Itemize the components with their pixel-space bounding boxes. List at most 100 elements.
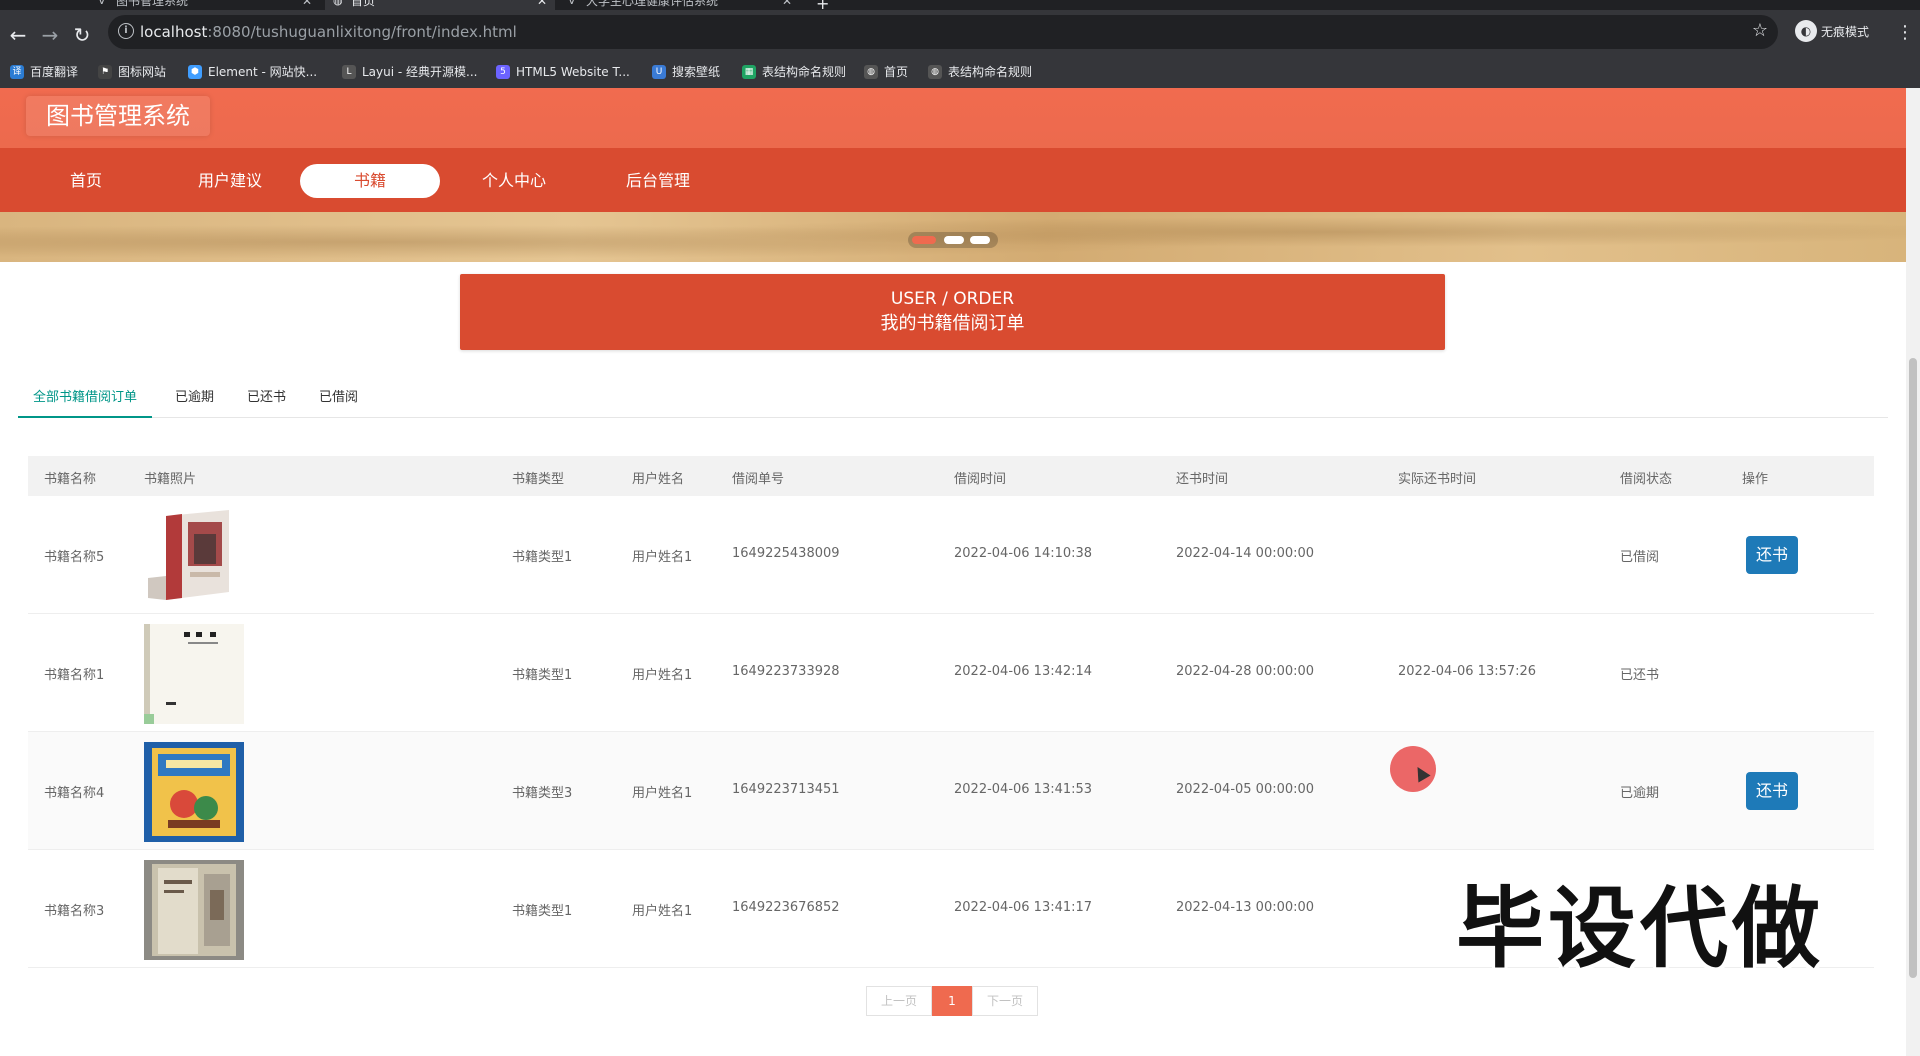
- borrow-time: 2022-04-06 13:42:14: [954, 664, 1093, 679]
- address-bar[interactable]: i localhost:8080/tushuguanlixitong/front…: [108, 15, 1778, 49]
- user-name: 用户姓名1: [632, 668, 693, 683]
- user-name: 用户姓名1: [632, 550, 693, 565]
- incognito-indicator[interactable]: ◐ 无痕模式: [1795, 20, 1869, 44]
- bookmark-label: 表结构命名规则: [762, 65, 847, 79]
- book-type: 书籍类型3: [512, 786, 573, 801]
- incognito-label: 无痕模式: [1821, 25, 1870, 39]
- bookmark-item[interactable]: ⬢ Element - 网站快...: [188, 63, 317, 81]
- flag-icon: ⚑: [98, 65, 112, 79]
- column-header: 书籍名称: [44, 472, 97, 487]
- reload-icon[interactable]: ↻: [69, 22, 95, 48]
- order-filter-tabs: 全部书籍借阅订单 已逾期 已还书 已借阅: [18, 378, 1888, 418]
- bookmark-item[interactable]: L Layui - 经典开源模...: [342, 63, 477, 81]
- bookmark-item[interactable]: ⚑ 图标网站: [98, 63, 166, 81]
- page-number-current[interactable]: 1: [932, 986, 972, 1016]
- order-number: 1649223733928: [732, 664, 840, 679]
- due-time: 2022-04-28 00:00:00: [1176, 664, 1315, 679]
- borrow-time: 2022-04-06 14:10:38: [954, 546, 1093, 561]
- due-time: 2022-04-13 00:00:00: [1176, 900, 1315, 915]
- table-row: 书籍名称5 书籍类型1 用户姓名1 1649225438009 2022-04-…: [28, 496, 1874, 614]
- actual-return-time: 2022-04-06 13:57:26: [1398, 664, 1537, 679]
- forward-arrow-icon[interactable]: →: [37, 22, 63, 48]
- info-icon[interactable]: i: [118, 23, 134, 39]
- wallpaper-icon: U: [652, 65, 666, 79]
- bookmark-item[interactable]: 译百度翻译: [10, 63, 78, 81]
- bookmark-item[interactable]: 5 HTML5 Website T...: [496, 63, 630, 81]
- borrow-time: 2022-04-06 13:41:53: [954, 782, 1093, 797]
- bookmark-label: HTML5 Website T...: [516, 65, 630, 79]
- return-book-button[interactable]: 还书: [1746, 772, 1798, 810]
- menu-kebab-icon[interactable]: ⋮: [1896, 22, 1914, 43]
- borrow-status: 已逾期: [1620, 786, 1660, 801]
- borrow-status: 已借阅: [1620, 550, 1660, 565]
- sheet-icon: ▦: [742, 65, 756, 79]
- carousel-dot-active[interactable]: [912, 236, 936, 244]
- bookmark-item[interactable]: ◍ 表结构命名规则: [928, 63, 1032, 81]
- tab-overdue[interactable]: 已逾期: [160, 378, 229, 418]
- column-header: 操作: [1742, 472, 1769, 487]
- url-path: :8080/tushuguanlixitong/front/index.html: [207, 23, 517, 41]
- layui-icon: L: [342, 65, 356, 79]
- element-icon: ⬢: [188, 65, 202, 79]
- bookmark-item[interactable]: ▦ 表结构命名规则: [742, 63, 846, 81]
- next-page-button[interactable]: 下一页: [972, 986, 1038, 1016]
- browser-tab[interactable]: V 图书管理系统 ✕: [90, 0, 320, 10]
- column-header: 书籍类型: [512, 472, 565, 487]
- browser-tab-active[interactable]: ◍ 首页 ✕: [325, 0, 555, 10]
- tab-all-orders[interactable]: 全部书籍借阅订单: [18, 378, 153, 418]
- bookmark-item[interactable]: ◍ 首页: [864, 63, 908, 81]
- borrow-status: 已还书: [1620, 668, 1660, 683]
- bookmark-item[interactable]: U 搜索壁纸: [652, 63, 720, 81]
- bookmark-label: 首页: [884, 65, 909, 79]
- page-scrollbar[interactable]: [1906, 88, 1920, 1056]
- carousel-indicators: [908, 232, 998, 248]
- close-icon[interactable]: ✕: [302, 0, 312, 10]
- order-number: 1649225438009: [732, 546, 840, 561]
- globe-icon: ◍: [928, 65, 942, 79]
- page-content: 图书管理系统 首页 用户建议 书籍 个人中心 后台管理 USER / ORDER…: [0, 88, 1906, 1056]
- url-host: localhost: [140, 23, 208, 41]
- user-name: 用户姓名1: [632, 786, 693, 801]
- new-tab-icon[interactable]: +: [816, 0, 829, 10]
- column-header: 借阅状态: [1620, 472, 1673, 487]
- book-cover-image: [144, 506, 244, 606]
- tab-borrowed[interactable]: 已借阅: [304, 378, 373, 418]
- close-icon[interactable]: ✕: [782, 0, 792, 10]
- book-name: 书籍名称1: [44, 668, 105, 683]
- vue-icon: V: [98, 0, 106, 7]
- star-icon[interactable]: ☆: [1752, 20, 1768, 41]
- borrow-time: 2022-04-06 13:41:17: [954, 900, 1093, 915]
- site-logo[interactable]: 图书管理系统: [26, 96, 210, 136]
- prev-page-button[interactable]: 上一页: [866, 986, 932, 1016]
- bookmark-label: 图标网站: [118, 65, 167, 79]
- book-cover-image: [144, 624, 244, 724]
- html5-icon: 5: [496, 65, 510, 79]
- scrollbar-thumb[interactable]: [1909, 358, 1917, 978]
- book-type: 书籍类型1: [512, 904, 573, 919]
- vue-icon: V: [568, 0, 576, 7]
- bookmarks-bar: 译百度翻译 ⚑ 图标网站 ⬢ Element - 网站快... L Layui - 经…: [0, 56, 1920, 88]
- back-arrow-icon[interactable]: ←: [5, 22, 31, 48]
- table-row: 书籍名称4 书籍类型3 用户姓名1 1649223713451 2022-04-…: [28, 732, 1874, 850]
- carousel-dot[interactable]: [944, 236, 964, 244]
- due-time: 2022-04-14 00:00:00: [1176, 546, 1315, 561]
- nav-item-suggestions[interactable]: 用户建议: [160, 164, 300, 198]
- browser-tab[interactable]: V 大学生心理健康评估系统 ✕: [560, 0, 800, 10]
- carousel-dot[interactable]: [970, 236, 990, 244]
- url-text[interactable]: localhost:8080/tushuguanlixitong/front/i…: [140, 23, 517, 41]
- order-title-box: USER / ORDER 我的书籍借阅订单: [460, 274, 1445, 350]
- nav-item-profile[interactable]: 个人中心: [444, 164, 584, 198]
- tab-returned[interactable]: 已还书: [232, 378, 301, 418]
- due-time: 2022-04-05 00:00:00: [1176, 782, 1315, 797]
- main-nav: 首页 用户建议 书籍 个人中心 后台管理: [0, 148, 1906, 212]
- book-name: 书籍名称5: [44, 550, 105, 565]
- close-icon[interactable]: ✕: [537, 0, 547, 10]
- nav-item-books[interactable]: 书籍: [300, 164, 440, 198]
- order-number: 1649223713451: [732, 782, 840, 797]
- return-book-button[interactable]: 还书: [1746, 536, 1798, 574]
- book-name: 书籍名称4: [44, 786, 105, 801]
- watermark-overlay: 毕设代做: [1456, 877, 1825, 980]
- nav-item-admin[interactable]: 后台管理: [588, 164, 728, 198]
- user-name: 用户姓名1: [632, 904, 693, 919]
- nav-item-home[interactable]: 首页: [16, 164, 156, 198]
